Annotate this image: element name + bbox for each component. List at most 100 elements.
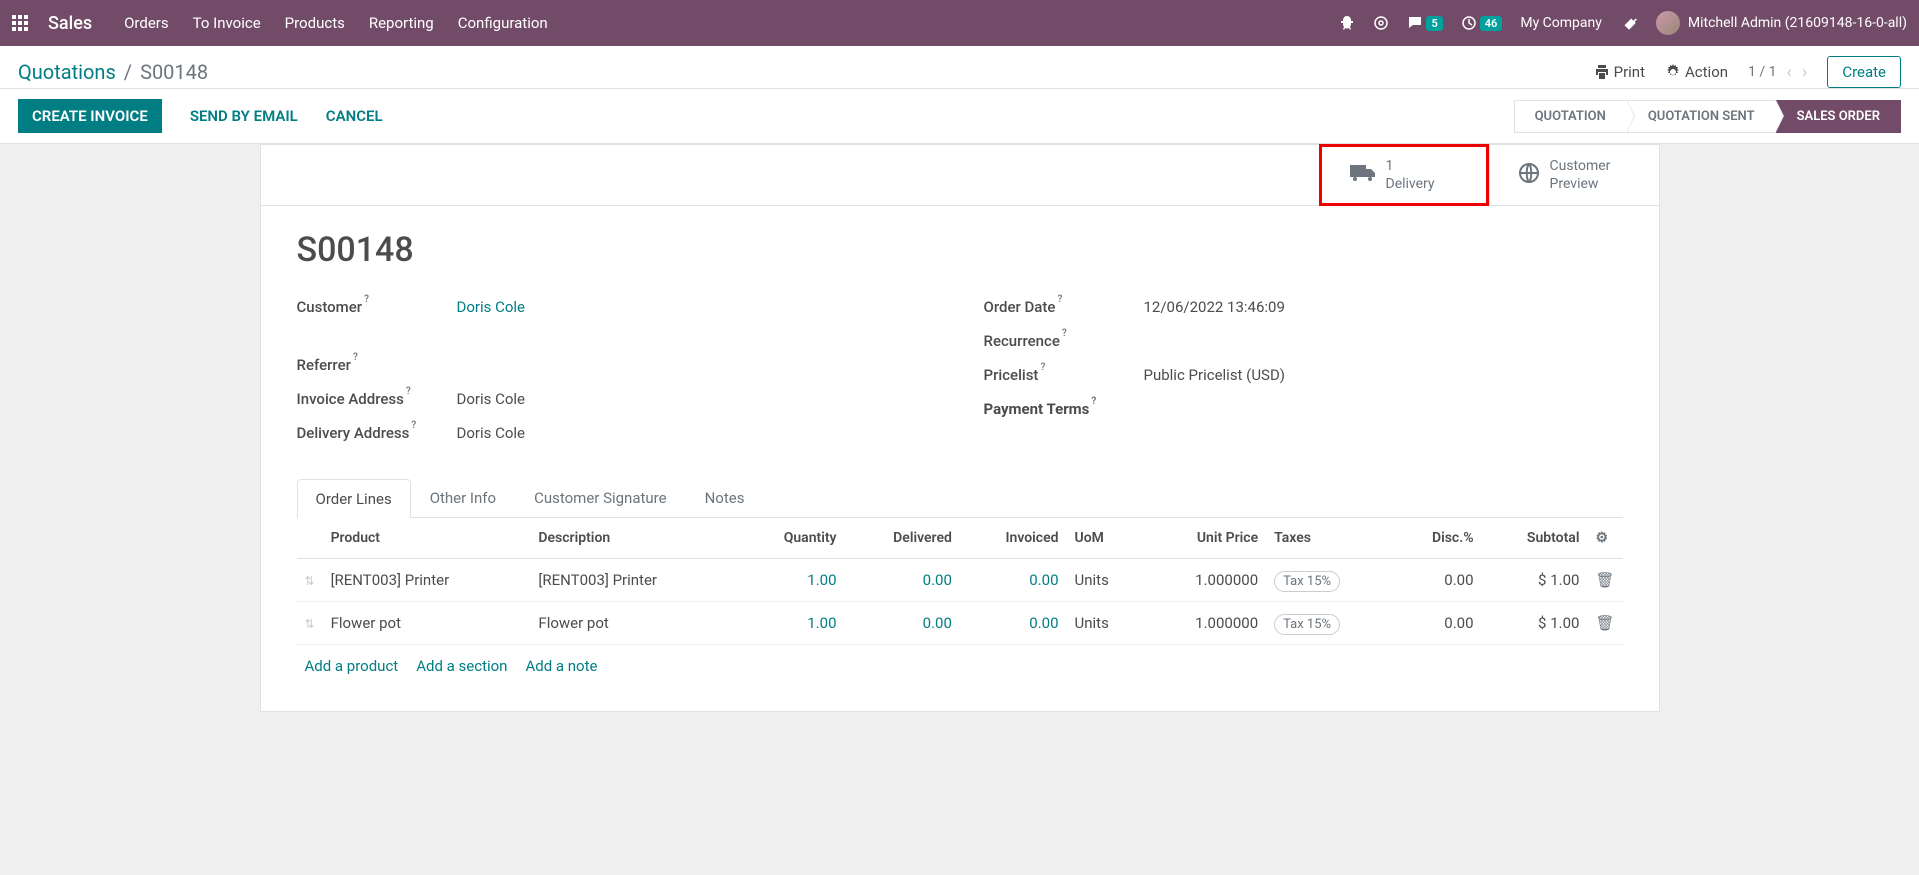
activity-icon[interactable]: 46: [1461, 15, 1503, 31]
print-button[interactable]: Print: [1594, 63, 1645, 81]
help-icon[interactable]: ?: [1057, 294, 1062, 305]
action-button[interactable]: Action: [1665, 63, 1728, 81]
form-tabs: Order Lines Other Info Customer Signatur…: [297, 478, 1623, 518]
drag-handle-icon[interactable]: ⇅: [305, 617, 315, 631]
breadcrumb-root[interactable]: Quotations: [18, 60, 116, 84]
table-row[interactable]: ⇅ Flower pot Flower pot 1.00 0.00 0.00 U…: [297, 602, 1623, 645]
send-by-email-button[interactable]: SEND BY EMAIL: [190, 107, 298, 125]
trash-icon[interactable]: 🗑: [1595, 571, 1614, 589]
pager-prev[interactable]: ‹: [1787, 62, 1792, 83]
cell-delivered[interactable]: 0.00: [845, 602, 960, 645]
cell-quantity[interactable]: 1.00: [738, 559, 844, 602]
avatar: [1656, 11, 1680, 35]
tab-notes[interactable]: Notes: [686, 478, 764, 517]
col-invoiced: Invoiced: [960, 518, 1067, 559]
nav-orders[interactable]: Orders: [124, 14, 169, 32]
page-title: S00148: [297, 230, 1623, 270]
state-quotation[interactable]: QUOTATION: [1514, 100, 1627, 133]
help-icon[interactable]: ?: [364, 294, 369, 305]
cell-product[interactable]: [RENT003] Printer: [323, 559, 531, 602]
help-icon[interactable]: ?: [1040, 362, 1045, 373]
cell-uom[interactable]: Units: [1067, 602, 1145, 645]
cell-description[interactable]: Flower pot: [530, 602, 738, 645]
nav-reporting[interactable]: Reporting: [369, 14, 434, 32]
nav-products[interactable]: Products: [285, 14, 345, 32]
help-icon[interactable]: ?: [1062, 328, 1067, 339]
cell-delivered[interactable]: 0.00: [845, 559, 960, 602]
add-note-link[interactable]: Add a note: [525, 657, 597, 675]
add-section-link[interactable]: Add a section: [416, 657, 507, 675]
nav-to-invoice[interactable]: To Invoice: [193, 14, 261, 32]
cell-invoiced[interactable]: 0.00: [960, 559, 1067, 602]
company-name[interactable]: My Company: [1520, 15, 1602, 31]
help-icon[interactable]: ?: [406, 386, 411, 397]
apps-icon[interactable]: [12, 15, 28, 31]
form-sheet: 1 Delivery Customer Preview S00148 C: [260, 144, 1660, 712]
pager-next[interactable]: ›: [1802, 62, 1807, 83]
cell-description[interactable]: [RENT003] Printer: [530, 559, 738, 602]
cell-product[interactable]: Flower pot: [323, 602, 531, 645]
col-quantity: Quantity: [738, 518, 844, 559]
cell-quantity[interactable]: 1.00: [738, 602, 844, 645]
help-icon[interactable]: ?: [411, 420, 416, 431]
delivery-address-value[interactable]: Doris Cole: [457, 424, 526, 442]
globe-icon: [1518, 162, 1540, 189]
debug-tools-icon[interactable]: [1620, 14, 1638, 32]
messaging-icon[interactable]: 5: [1407, 15, 1442, 31]
cell-disc[interactable]: 0.00: [1393, 559, 1482, 602]
state-quotation-sent[interactable]: QUOTATION SENT: [1627, 100, 1776, 133]
col-uom: UoM: [1067, 518, 1145, 559]
recurrence-label: Recurrence: [984, 332, 1060, 350]
trash-icon[interactable]: 🗑: [1595, 614, 1614, 632]
bug-icon[interactable]: [1339, 15, 1355, 31]
breadcrumb-current: S00148: [140, 60, 208, 84]
drag-handle-icon[interactable]: ⇅: [305, 574, 315, 588]
help-icon[interactable]: ?: [1091, 396, 1096, 407]
order-date-value[interactable]: 12/06/2022 13:46:09: [1144, 298, 1285, 316]
cell-taxes[interactable]: Tax 15%: [1266, 559, 1393, 602]
cell-uom[interactable]: Units: [1067, 559, 1145, 602]
pager: 1 / 1 ‹ ›: [1748, 62, 1807, 83]
pricelist-value[interactable]: Public Pricelist (USD): [1144, 366, 1286, 384]
status-chevrons: QUOTATION QUOTATION SENT SALES ORDER: [1514, 100, 1901, 133]
user-menu[interactable]: Mitchell Admin (21609148-16-0-all): [1656, 11, 1907, 35]
customer-value[interactable]: Doris Cole: [457, 298, 526, 316]
print-icon: [1594, 64, 1610, 80]
preview-line2: Preview: [1550, 175, 1611, 193]
cancel-button[interactable]: CANCEL: [326, 107, 383, 125]
cell-unit-price[interactable]: 1.000000: [1144, 559, 1266, 602]
cell-invoiced[interactable]: 0.00: [960, 602, 1067, 645]
state-sales-order[interactable]: SALES ORDER: [1776, 100, 1901, 133]
smart-buttons: 1 Delivery Customer Preview: [261, 145, 1659, 206]
app-brand[interactable]: Sales: [48, 13, 92, 34]
breadcrumb: Quotations / S00148: [18, 60, 208, 84]
tab-order-lines[interactable]: Order Lines: [297, 479, 411, 518]
cell-subtotal: $ 1.00: [1482, 559, 1588, 602]
columns-config-icon[interactable]: ⚙: [1595, 530, 1608, 546]
table-row[interactable]: ⇅ [RENT003] Printer [RENT003] Printer 1.…: [297, 559, 1623, 602]
col-unit-price: Unit Price: [1144, 518, 1266, 559]
tab-other-info[interactable]: Other Info: [411, 478, 515, 517]
activity-badge: 46: [1480, 16, 1503, 31]
delivery-label: Delivery: [1386, 175, 1435, 193]
add-product-link[interactable]: Add a product: [305, 657, 399, 675]
customer-label: Customer: [297, 298, 363, 316]
nav-configuration[interactable]: Configuration: [458, 14, 548, 32]
customer-preview-button[interactable]: Customer Preview: [1489, 145, 1659, 205]
order-date-label: Order Date: [984, 298, 1056, 316]
create-button[interactable]: Create: [1827, 56, 1901, 88]
tab-customer-signature[interactable]: Customer Signature: [515, 478, 686, 517]
help-icon[interactable]: ?: [353, 352, 358, 363]
invoice-address-value[interactable]: Doris Cole: [457, 390, 526, 408]
cell-disc[interactable]: 0.00: [1393, 602, 1482, 645]
cell-subtotal: $ 1.00: [1482, 602, 1588, 645]
cell-unit-price[interactable]: 1.000000: [1144, 602, 1266, 645]
support-icon[interactable]: [1373, 15, 1389, 31]
create-invoice-button[interactable]: CREATE INVOICE: [18, 99, 162, 133]
cell-taxes[interactable]: Tax 15%: [1266, 602, 1393, 645]
gear-icon: [1665, 64, 1681, 80]
col-product: Product: [323, 518, 531, 559]
pager-text: 1 / 1: [1748, 64, 1776, 80]
nav-links: Orders To Invoice Products Reporting Con…: [124, 14, 548, 32]
delivery-smart-button[interactable]: 1 Delivery: [1319, 144, 1489, 206]
